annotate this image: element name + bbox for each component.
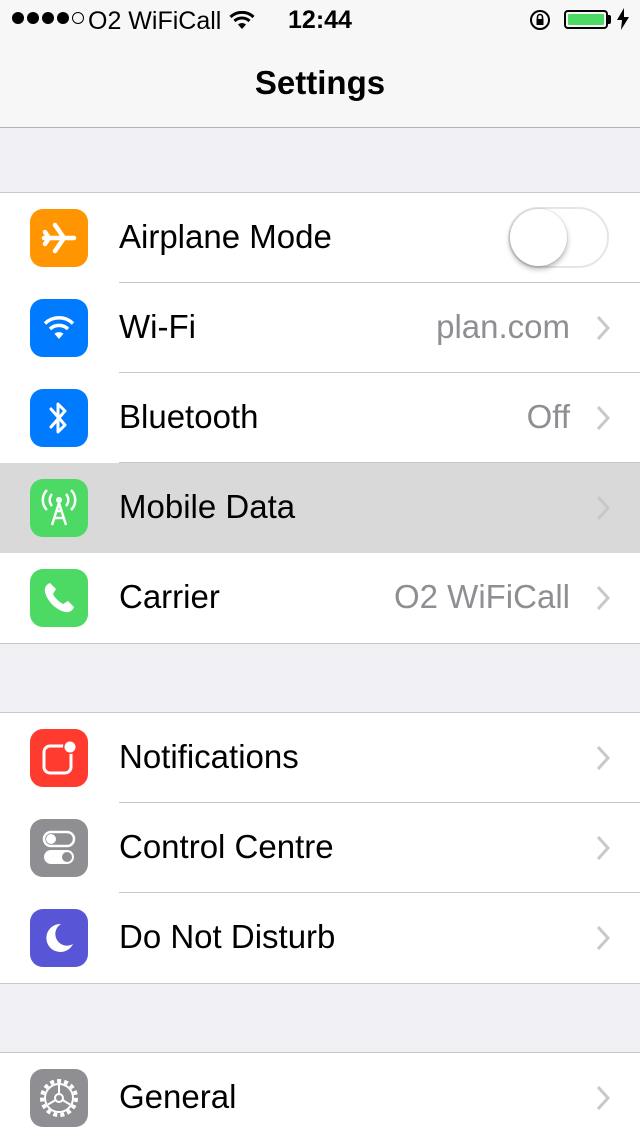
settings-row-label: General: [119, 1078, 237, 1115]
settings-row-label: Control Centre: [119, 828, 334, 865]
carrier-value: O2 WiFiCall: [393, 578, 570, 615]
wifi-network-value: plan.com: [436, 308, 570, 345]
airplane-icon: [30, 209, 88, 267]
settings-row-wifi[interactable]: Wi-Fi plan.com: [0, 283, 640, 373]
settings-row-label: Carrier: [119, 578, 220, 615]
bluetooth-icon: [30, 389, 88, 447]
settings-row-mobile-data[interactable]: Mobile Data: [0, 463, 640, 553]
chevron-right-icon: [596, 585, 610, 611]
settings-row-carrier[interactable]: Carrier O2 WiFiCall: [0, 553, 640, 643]
status-bar: O2 WiFiCall 12:44: [0, 0, 640, 40]
settings-row-control-centre[interactable]: Control Centre: [0, 803, 640, 893]
settings-row-airplane-mode[interactable]: Airplane Mode: [0, 193, 640, 283]
settings-row-notifications[interactable]: Notifications: [0, 713, 640, 803]
chevron-right-icon: [596, 405, 610, 431]
settings-row-label: Airplane Mode: [119, 218, 332, 255]
wifi-icon: [30, 299, 88, 357]
chevron-right-icon: [596, 1085, 610, 1111]
settings-row-label: Mobile Data: [119, 488, 296, 525]
rotation-lock-icon: [529, 9, 551, 38]
airplane-mode-toggle[interactable]: [508, 207, 609, 268]
page-title: Settings: [254, 64, 386, 101]
phone-icon: [30, 569, 88, 627]
settings-row-general[interactable]: General: [0, 1053, 640, 1143]
control-centre-icon: [30, 819, 88, 877]
general-group: General: [0, 1052, 640, 1143]
chevron-right-icon: [596, 315, 610, 341]
chevron-right-icon: [596, 745, 610, 771]
chevron-right-icon: [596, 835, 610, 861]
settings-row-bluetooth[interactable]: Bluetooth Off: [0, 373, 640, 463]
chevron-right-icon: [596, 495, 610, 521]
settings-row-do-not-disturb[interactable]: Do Not Disturb: [0, 893, 640, 983]
bluetooth-status-value: Off: [526, 398, 570, 435]
settings-row-label: Wi-Fi: [119, 308, 196, 345]
moon-icon: [30, 909, 88, 967]
battery-tip: [608, 15, 611, 24]
battery-icon: [564, 10, 608, 29]
charging-bolt-icon: [617, 8, 629, 37]
settings-row-label: Do Not Disturb: [119, 918, 336, 955]
settings-row-label: Bluetooth: [119, 398, 259, 435]
notifications-group: Notifications Control Centre Do Not Dist…: [0, 712, 640, 984]
connectivity-group: Airplane Mode Wi-Fi plan.com Bluetooth O…: [0, 192, 640, 644]
gear-icon: [30, 1069, 88, 1127]
antenna-icon: [30, 479, 88, 537]
navigation-bar: Settings: [0, 40, 640, 128]
notifications-icon: [30, 729, 88, 787]
chevron-right-icon: [596, 925, 610, 951]
settings-row-label: Notifications: [119, 738, 299, 775]
